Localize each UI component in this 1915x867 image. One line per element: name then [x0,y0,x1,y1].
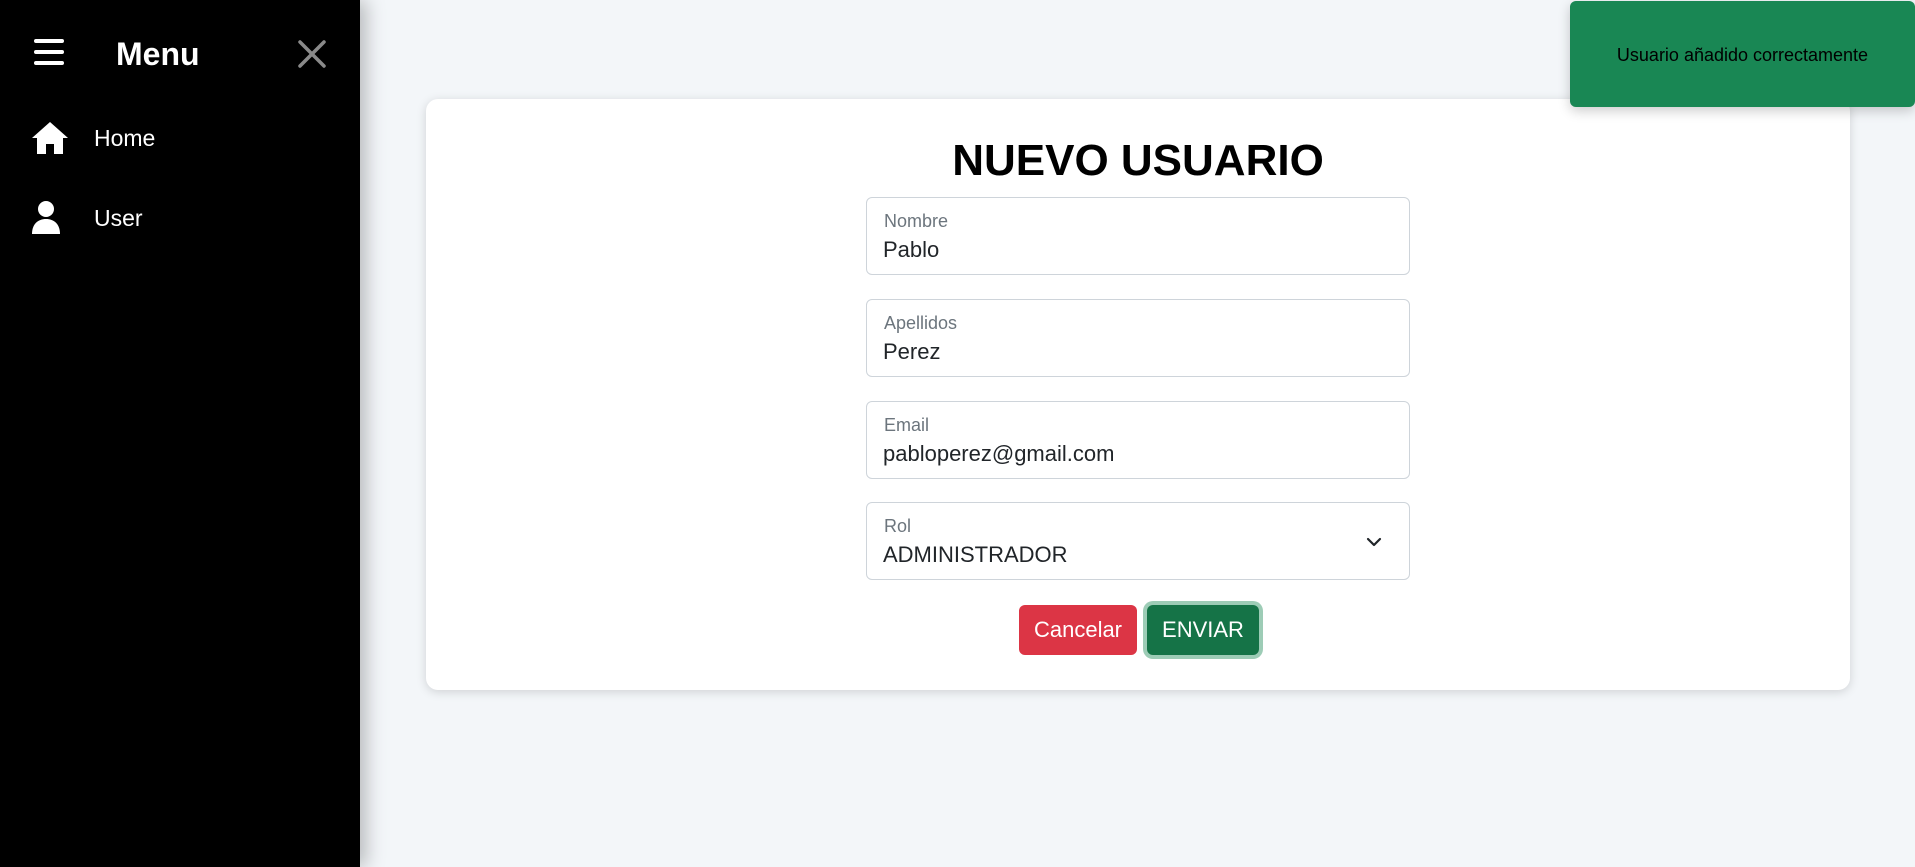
sidebar: Menu Home User [0,0,360,867]
form-title: NUEVO USUARIO [952,136,1324,185]
sidebar-item-label: Home [94,125,156,151]
cancel-button[interactable]: Cancelar [1019,605,1137,655]
success-toast[interactable]: Usuario añadido correctamente [1570,1,1915,107]
apellidos-value[interactable]: Perez [883,338,940,366]
email-field[interactable]: Email pabloperez@gmail.com [866,401,1410,479]
home-icon [30,120,70,156]
nombre-value[interactable]: Pablo [883,236,939,264]
chevron-down-icon[interactable] [1365,533,1383,551]
rol-label: Rol [884,516,912,536]
email-label: Email [884,415,930,435]
rol-value[interactable]: ADMINISTRADOR [883,541,1068,569]
nombre-field[interactable]: Nombre Pablo [866,197,1410,275]
sidebar-item-label: User [94,205,143,231]
apellidos-field[interactable]: Apellidos Perez [866,299,1410,377]
sidebar-item-home[interactable]: Home [0,108,360,168]
user-icon [30,200,70,236]
sidebar-header: Menu [0,0,360,110]
new-user-form-card: NUEVO USUARIO Nombre Pablo Apellidos Per… [426,99,1850,690]
rol-select[interactable]: Rol ADMINISTRADOR [866,502,1410,580]
sidebar-item-user[interactable]: User [0,188,360,248]
apellidos-label: Apellidos [884,313,958,333]
submit-button[interactable]: ENVIAR [1147,605,1259,655]
sidebar-title: Menu [116,36,200,72]
close-icon[interactable] [296,38,328,70]
nombre-label: Nombre [884,211,949,231]
toast-message: Usuario añadido correctamente [1616,45,1869,65]
email-value[interactable]: pabloperez@gmail.com [883,440,1114,468]
hamburger-menu-icon[interactable] [34,39,64,65]
